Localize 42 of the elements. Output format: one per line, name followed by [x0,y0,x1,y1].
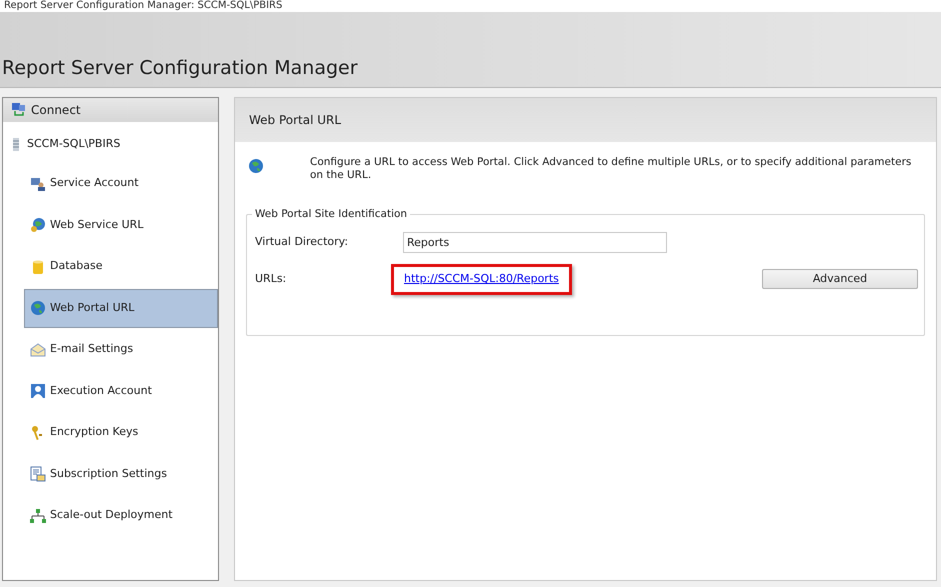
connect-button[interactable]: Connect [3,98,218,122]
panel-title: Web Portal URL [249,112,342,129]
sidebar-item-label: Web Service URL [50,216,144,233]
sidebar-item-label: Database [50,258,102,274]
server-label: SCCM-SQL\PBIRS [27,136,120,152]
window-title: Report Server Configuration Manager: SCCM-SQL\PBIRS [4,0,282,12]
app-title: Report Server Configuration Manager [2,56,358,80]
globe-gear-icon [30,217,46,233]
globe-icon [248,158,264,174]
sidebar-item-label: Web Portal URL [50,300,134,316]
description-text: Configure a URL to access Web Portal. Click Advanced to define multiple URLs, or to specify additional parameters on the URL. [310,156,912,182]
advanced-button[interactable]: Advanced [762,269,918,290]
sidebar-item-label: Subscription Settings [50,466,167,482]
sidebar-item[interactable]: Execution Account [24,372,218,410]
sidebar-item[interactable]: Encryption Keys [24,413,218,452]
sidebar-item[interactable]: Web Portal URL [24,288,218,328]
sidebar-item-label: Encryption Keys [50,424,138,440]
sidebar-item[interactable]: Subscription Settings [24,454,218,494]
connect-label: Connect [31,102,81,119]
document-envelope-icon [30,466,46,482]
sidebar-item[interactable]: Service Account [24,164,218,203]
server-icon [13,138,19,150]
sidebar-item[interactable]: Scale-out Deployment [24,496,218,535]
hierarchy-icon [30,508,46,524]
url-link[interactable]: http://SCCM-SQL:80/Reports [404,272,559,285]
globe-icon [30,300,46,316]
virtual-directory-field[interactable]: Reports [403,232,667,252]
sidebar-item[interactable]: Database [24,247,218,286]
user-computer-icon [30,176,46,192]
field-label: Virtual Directory: [255,234,350,250]
sidebar-item[interactable]: Web Service URL [24,206,218,244]
sidebar-item-label: E-mail Settings [50,341,134,358]
computers-icon [11,102,27,118]
sidebar-item-label: Service Account [50,175,139,192]
sidebar-item-label: Scale-out Deployment [50,507,173,524]
user-icon [30,383,46,399]
envelope-icon [30,342,46,358]
database-icon [30,258,46,274]
server-node[interactable]: SCCM-SQL\PBIRS [3,132,218,156]
field-label: URLs: [255,271,288,287]
sidebar-item-label: Execution Account [50,382,152,399]
sidebar-item[interactable]: E-mail Settings [24,330,218,369]
